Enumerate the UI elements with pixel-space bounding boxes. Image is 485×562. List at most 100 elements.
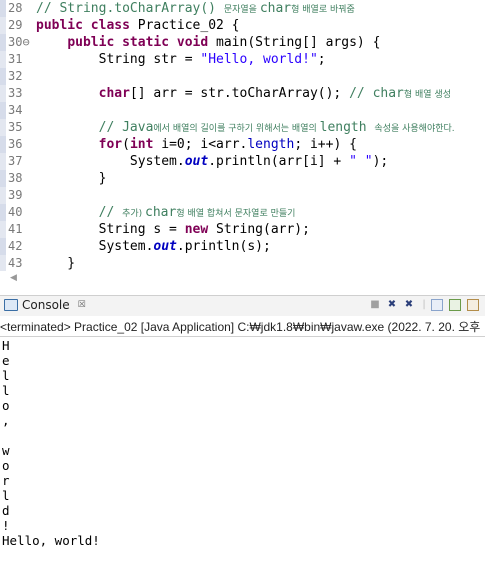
code-text: public class Practice_02 { [36,17,240,34]
close-tab-icon[interactable]: ☒ [78,300,86,310]
code-token: } [36,171,107,186]
terminate-icon[interactable]: ■ [369,299,381,311]
line-number: 43 [8,256,23,270]
code-text: } [36,170,107,187]
separator: | [422,299,426,310]
line-number: 40 [8,205,23,219]
code-text: public static void main(String[] args) { [36,34,380,51]
code-token: ( [122,137,130,152]
code-token: length [319,120,375,135]
line-number: 39 [8,188,23,202]
output-line: e [2,353,10,368]
code-line[interactable]: 30⊖ public static void main(String[] arg… [0,34,485,51]
code-token: 속성을 사용해야한다. [374,124,455,134]
console-tab[interactable]: Console ☒ [4,298,86,312]
code-token: // Java [36,120,154,135]
code-line[interactable]: 41 String s = new String(arr); [0,221,485,238]
code-token: System. [36,239,154,254]
code-line[interactable]: 31 String str = "Hello, world!"; [0,51,485,68]
scroll-left-icon[interactable]: ◀ [10,273,17,283]
code-token: ); [372,154,389,169]
console-output[interactable]: He l l o, w o r l d! Hello, world! [2,338,482,548]
code-token: i=0; i<arr. [153,137,248,152]
code-token: String s = [36,222,185,237]
code-editor[interactable]: 28// String.toCharArray() 문자열을 char형 배열로… [0,0,485,271]
line-number: 31 [8,52,23,66]
code-token: length [247,137,295,152]
output-line: w [2,443,10,458]
code-line[interactable]: 42 System.out.println(s); [0,238,485,255]
code-token: String str = [36,52,201,67]
code-token: public class [36,18,138,33]
code-token: new [184,222,217,237]
remove-all-terminated-icon[interactable]: ✖ [403,299,415,311]
code-line[interactable]: 36 for(int i=0; i<arr.length; i++) { [0,136,485,153]
line-number: 28 [8,1,23,15]
output-line: d [2,503,10,518]
code-line[interactable]: 29 public class Practice_02 { [0,17,485,34]
console-view-header: Console ☒ ■ ✖ ✖ | [0,295,485,316]
code-token: .println(arr[i] + [208,154,350,169]
remove-launch-icon[interactable]: ✖ [386,299,398,311]
code-token: System. [36,154,185,169]
code-token: // char [349,86,404,101]
output-line: ! [2,518,10,533]
code-line[interactable]: 37 System.out.println(arr[i] + " "); [0,153,485,170]
code-token: 형 배열로 바꿔줌 [291,5,355,15]
code-token: ; i++) { [294,137,357,152]
code-token: int [129,137,154,152]
code-token: 추가) [122,209,146,219]
code-line[interactable]: 28 // String.toCharArray() 문자열을 char형 배열로… [0,0,485,17]
console-tab-label: Console [22,298,70,312]
line-number: 33 [8,86,23,100]
code-line[interactable]: 32 [0,68,485,85]
output-line: Hello, world! [2,533,100,548]
scroll-lock-icon[interactable] [431,299,443,311]
code-token: 문자열을 [223,5,260,15]
output-line: l [2,383,10,398]
code-text: String s = new String(arr); [36,221,310,238]
code-line[interactable]: 39 [0,187,485,204]
line-number: 30⊖ [8,35,30,49]
code-token: "Hello, world!" [200,52,318,67]
code-line[interactable]: 43 } [0,255,485,271]
code-token: } [36,256,76,271]
line-number: 38 [8,171,23,185]
word-wrap-icon[interactable] [449,299,461,311]
code-token: 형 배열 합쳐서 문자열로 만들기 [176,209,296,219]
code-token: Practice_02 { [137,18,240,33]
code-line[interactable]: 33 char[] arr = str.toCharArray(); // ch… [0,85,485,102]
code-line[interactable]: 34 [0,102,485,119]
line-number: 41 [8,222,23,236]
code-token: out [184,154,209,169]
code-line[interactable]: 40 // 추가) char형 배열 합쳐서 문자열로 만들기 [0,204,485,221]
code-token: for [98,137,123,152]
code-line[interactable]: 38 } [0,170,485,187]
output-line: l [2,488,10,503]
code-token: ; [317,52,326,67]
code-token: 형 배열 생성 [403,90,452,100]
code-token: out [153,239,177,254]
code-token: [] arr = str.toCharArray(); [129,86,350,101]
code-text: System.out.println(arr[i] + " "); [36,153,388,170]
code-token: String(arr); [216,222,310,237]
code-token: // String.toCharArray() [36,1,224,16]
pin-console-icon[interactable] [467,299,479,311]
code-token: char [259,1,292,16]
code-token: char [145,205,177,220]
code-line[interactable]: 35 // Java에서 배열의 길이를 구하기 위해서는 배열의 length… [0,119,485,136]
output-line: r [2,473,10,488]
code-token: // [36,205,123,220]
code-text: } [36,255,75,271]
code-token: " " [349,154,373,169]
console-icon [4,299,18,311]
output-line: o [2,458,10,473]
horizontal-scrollbar[interactable]: ◀ [0,272,485,286]
code-text: String str = "Hello, world!"; [36,51,326,68]
code-token: public static void [67,35,217,50]
line-number: 35 [8,120,23,134]
code-text: System.out.println(s); [36,238,271,255]
line-number: 36 [8,137,23,151]
